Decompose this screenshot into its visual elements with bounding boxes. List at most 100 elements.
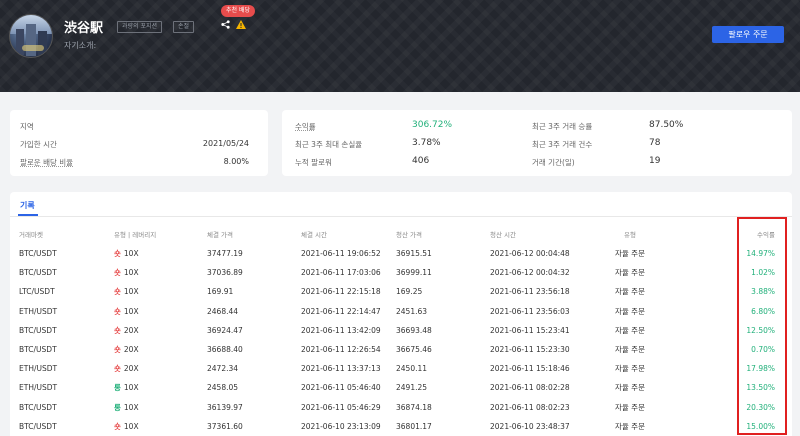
cell-type: 자율 주문 (615, 287, 645, 297)
cell-entry-time: 2021-06-11 22:14:47 (301, 306, 381, 316)
leverage: 20X (123, 364, 139, 374)
col-entry-price: 체결 가격 (207, 231, 233, 239)
return-value: 306.72% (412, 120, 453, 130)
cell-direction: 숏 10X (114, 282, 139, 301)
trades-value: 78 (649, 138, 661, 148)
cell-entry-price: 36688.40 (207, 345, 243, 354)
cell-exit-price: 169.25 (396, 287, 423, 297)
direction-badge: 숏 (114, 345, 121, 354)
cell-exit-time: 2021-06-11 15:23:30 (490, 345, 570, 354)
stats-card: 수익률 306.72% 최근 3주 최대 손실율 3.78% 누적 팔로워 40… (282, 110, 792, 176)
drawdown-value: 3.78% (412, 138, 441, 148)
profile-header: 渋谷駅 자기소개: 과량의 포지션 손절 추천 배당 팔로우 주문 (0, 0, 800, 92)
share-ratio-label[interactable]: 팔로운 배당 비율 (20, 157, 73, 168)
cell-direction: 숏 10X (114, 302, 139, 321)
profile-card: 지역 가입한 시간 2021/05/24 팔로운 배당 비율 8.00% (10, 110, 268, 176)
cell-market: BTC/USDT (19, 402, 57, 412)
cell-type: 자율 주문 (615, 345, 645, 354)
cell-exit-price: 36675.46 (396, 345, 432, 354)
cell-exit-time: 2021-06-11 15:23:41 (490, 325, 570, 335)
cell-exit-price: 36915.51 (396, 249, 432, 258)
direction-badge: 숏 (114, 364, 121, 374)
cell-exit-price: 36693.48 (396, 325, 432, 335)
history-card: 기록 거래마켓 유형 | 레버리지 체결 가격 체결 시간 청산 가격 청산 시… (10, 192, 792, 436)
pnl-column-highlight (737, 217, 787, 435)
cell-market: BTC/USDT (19, 268, 57, 278)
cell-direction: 숏 10X (114, 263, 139, 282)
leverage: 10X (123, 421, 139, 431)
leverage: 10X (123, 402, 139, 412)
direction-badge: 롱 (114, 383, 121, 393)
winrate-label: 최근 3주 거래 승률 (532, 122, 593, 131)
cell-market: BTC/USDT (19, 421, 57, 431)
cell-market: BTC/USDT (19, 249, 57, 258)
direction-badge: 숏 (114, 249, 121, 258)
direction-badge: 숏 (114, 421, 121, 431)
period-value: 19 (649, 156, 661, 166)
cell-entry-time: 2021-06-11 17:03:06 (301, 268, 381, 278)
cell-direction: 숏 20X (114, 321, 139, 340)
tag-position: 과량의 포지션 (117, 21, 163, 33)
direction-badge: 롱 (114, 402, 121, 412)
leverage: 10X (123, 383, 139, 393)
cell-entry-time: 2021-06-11 19:06:52 (301, 249, 381, 258)
trader-name: 渋谷駅 (64, 21, 104, 36)
col-exit-price: 청산 가격 (396, 231, 422, 239)
warning-icon[interactable] (236, 20, 246, 29)
cell-exit-time: 2021-06-12 00:04:32 (490, 268, 570, 278)
share-ratio-value: 8.00% (223, 157, 249, 166)
cell-market: ETH/USDT (19, 383, 58, 393)
cell-market: BTC/USDT (19, 325, 57, 335)
follow-order-button[interactable]: 팔로우 주문 (712, 26, 784, 43)
table-row: ETH/USDT 롱 10X 2458.05 2021-06-11 05:46:40 24… (10, 378, 792, 397)
cell-entry-price: 2458.05 (207, 383, 239, 393)
cell-exit-time: 2021-06-10 23:48:37 (490, 421, 570, 431)
direction-badge: 숏 (114, 306, 121, 316)
col-entry-time: 체결 시간 (301, 231, 327, 239)
cell-entry-price: 37361.60 (207, 421, 243, 431)
followers-label: 누적 팔로워 (295, 158, 332, 167)
cell-entry-time: 2021-06-11 05:46:40 (301, 383, 381, 393)
tab-history[interactable]: 기록 (20, 200, 35, 211)
direction-badge: 숏 (114, 268, 121, 278)
leverage: 10X (123, 306, 139, 316)
divider (10, 216, 792, 217)
cell-direction: 롱 10X (114, 378, 139, 397)
cell-entry-price: 2468.44 (207, 306, 239, 316)
cell-market: BTC/USDT (19, 345, 57, 354)
drawdown-label: 최근 3주 최대 손실율 (295, 140, 363, 149)
cell-exit-price: 36874.18 (396, 402, 432, 412)
cell-type: 자율 주문 (615, 421, 645, 431)
direction-badge: 숏 (114, 325, 121, 335)
col-type: 유형 (624, 231, 636, 239)
direction-badge: 숏 (114, 287, 121, 297)
col-direction: 유형 | 레버리지 (114, 231, 157, 239)
cell-entry-time: 2021-06-10 23:13:09 (301, 421, 381, 431)
cell-entry-price: 37036.89 (207, 268, 243, 278)
cell-entry-time: 2021-06-11 13:37:13 (301, 364, 381, 374)
cell-exit-time: 2021-06-11 08:02:28 (490, 383, 570, 393)
cell-exit-time: 2021-06-12 00:04:48 (490, 249, 570, 258)
trader-intro: 자기소개: (64, 41, 97, 50)
region-label: 지역 (20, 122, 34, 131)
cell-type: 자율 주문 (615, 249, 645, 258)
winrate-value: 87.50% (649, 120, 684, 130)
cell-entry-price: 36139.97 (207, 402, 243, 412)
cell-entry-price: 36924.47 (207, 325, 243, 335)
return-label[interactable]: 수익률 (295, 121, 316, 132)
cell-direction: 롱 10X (114, 398, 139, 417)
cell-exit-time: 2021-06-11 15:18:46 (490, 364, 570, 374)
cell-direction: 숏 20X (114, 340, 139, 359)
cell-type: 자율 주문 (615, 268, 645, 278)
table-row: BTC/USDT 롱 10X 36139.97 2021-06-11 05:46:29 3… (10, 398, 792, 417)
cell-market: LTC/USDT (19, 287, 55, 297)
cell-exit-time: 2021-06-11 08:02:23 (490, 402, 570, 412)
cell-direction: 숏 10X (114, 244, 139, 263)
cell-exit-price: 2491.25 (396, 383, 428, 393)
cell-type: 자율 주문 (615, 402, 645, 412)
table-row: BTC/USDT 숏 10X 37361.60 2021-06-10 23:13:09 3… (10, 417, 792, 436)
share-icon[interactable] (221, 20, 230, 29)
cell-entry-price: 169.91 (207, 287, 234, 297)
table-row: ETH/USDT 숏 10X 2468.44 2021-06-11 22:14:47 24… (10, 302, 792, 321)
cell-type: 자율 주문 (615, 325, 645, 335)
